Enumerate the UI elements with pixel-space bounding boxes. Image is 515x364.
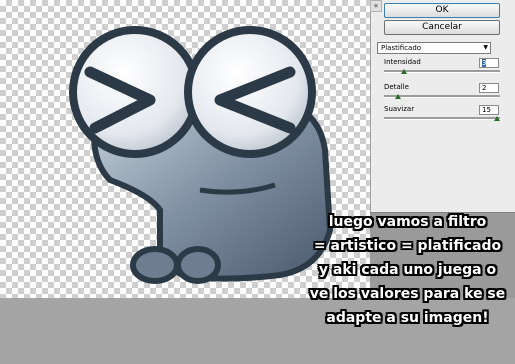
suavizar-slider-track[interactable] [384,117,500,120]
filter-select-value: Plastificado [381,44,422,52]
caption-line: = artistico = platificado [313,238,502,254]
suavizar-field[interactable]: 15 [479,105,499,115]
detalle-field[interactable]: 2 [479,83,499,93]
intensidad-label: Intensidad [384,58,421,66]
caption-line: luego vamos a filtro [328,214,487,230]
tutorial-caption: luego vamos a filtro = artistico = plati… [300,210,515,330]
collapse-arrow-icon[interactable]: « [370,0,382,12]
right-eye [184,26,316,158]
caption-line: adapte a su imagen! [326,310,489,326]
caption-line: ve los valores para ke se [309,286,506,302]
detalle-slider-thumb[interactable] [395,94,401,99]
detalle-slider-track[interactable] [384,95,500,98]
dropdown-arrow-icon: ▼ [483,44,488,51]
cancel-button[interactable]: Cancelar [384,20,500,35]
caption-line: y aki cada uno juega o [318,262,497,278]
suavizar-slider-thumb[interactable] [494,116,500,121]
detalle-label: Detalle [384,83,409,91]
suavizar-label: Suavizar [384,105,415,113]
left-eye [69,26,201,158]
ok-button[interactable]: OK [384,3,500,18]
filter-select[interactable]: Plastificado ▼ [377,42,491,54]
intensidad-slider-thumb[interactable] [400,69,407,74]
intensidad-field[interactable]: 3 [479,58,499,68]
